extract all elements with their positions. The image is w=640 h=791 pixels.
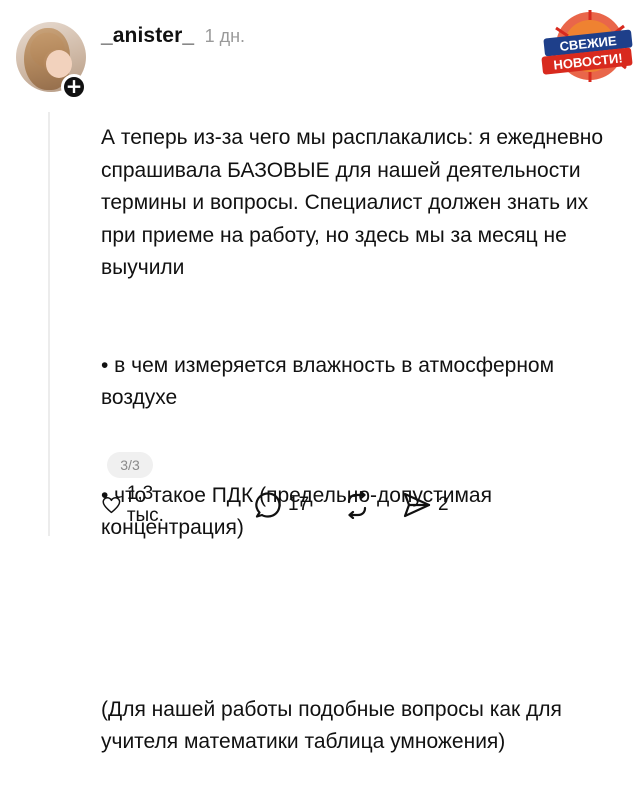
- heart-icon: [102, 497, 121, 514]
- repost-icon: [347, 491, 367, 519]
- news-watermark-logo: СВЕЖИЕ НОВОСТИ!: [541, 10, 633, 82]
- like-count: 1,3 тыс.: [126, 483, 164, 526]
- username[interactable]: _anister_: [101, 24, 194, 47]
- reply-count: 17: [288, 494, 310, 515]
- reply-button[interactable]: 17: [254, 490, 309, 520]
- page-indicator: 3/3: [107, 452, 153, 478]
- timestamp: 1 дн.: [204, 26, 246, 46]
- share-count: 2: [438, 494, 449, 515]
- send-icon: [403, 492, 431, 518]
- comment-text: А теперь из-за чего мы расплакались: я е…: [101, 57, 621, 791]
- like-button[interactable]: 1,3 тыс.: [102, 483, 173, 526]
- repost-button[interactable]: [342, 490, 372, 520]
- comment-header: _anister_ 1 дн.: [101, 24, 245, 50]
- thread-line: [48, 112, 50, 536]
- comment-paragraph: А теперь из-за чего мы расплакались: я е…: [101, 126, 609, 279]
- share-button[interactable]: 2: [402, 490, 449, 520]
- comment-bubble-icon: [255, 492, 281, 518]
- comment-paragraph: (Для нашей работы подобные вопросы как д…: [101, 697, 568, 754]
- follow-plus-icon[interactable]: +: [61, 74, 87, 100]
- comment-bullet: • в чем измеряется влажность в атмосферн…: [101, 353, 560, 410]
